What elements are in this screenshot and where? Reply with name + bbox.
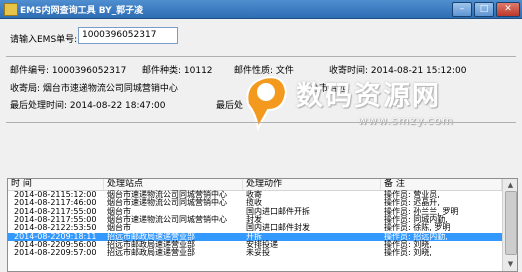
tracking-number-input[interactable] [78,27,178,44]
col-header-time[interactable]: 时 间 [8,179,104,190]
vertical-scrollbar[interactable]: ▲ ▼ [502,179,517,271]
mail-nature: 邮件性质: 文件 [234,66,294,76]
cell-time: 2014-08-2209:57:00 [14,248,97,258]
watermark-url: www.smzy.com [358,114,454,127]
cell-note: 操作员: 刘晓, [384,248,432,258]
title-bar: EMS内网查询工具 BY_郭子凌 – □ ✕ [0,0,522,19]
divider-top [6,56,516,57]
collect-office: 收寄局: 烟台市速递物流公司同城营销中心 [10,84,178,94]
delivery-office-partial: 台市招远 [310,84,347,94]
col-header-note[interactable]: 备 注 [381,179,502,190]
delivery-label: 寄 [265,84,275,94]
scroll-up-icon[interactable]: ▲ [505,180,516,190]
collect-time: 收寄时间: 2014-08-21 15:12:00 [329,66,467,76]
cell-station: 招远市邮政局速递营业部 [107,248,195,258]
last-process-place: 最后处 [216,101,244,111]
scroll-thumb[interactable] [505,191,517,255]
divider-bottom [6,122,516,123]
minimize-button[interactable]: – [452,2,472,17]
scroll-down-icon[interactable]: ▼ [505,259,516,269]
col-header-station[interactable]: 处理站点 [104,179,243,190]
window-title: EMS内网查询工具 BY_郭子凌 [20,6,144,16]
maximize-button[interactable]: □ [474,2,494,17]
tracking-number-label: 请输入EMS单号: [10,35,78,45]
col-header-action[interactable]: 处理动作 [243,179,381,190]
mail-number: 邮件编号: 1000396052317 [10,66,127,76]
close-button[interactable]: ✕ [496,2,520,17]
tracking-list[interactable]: 时 间 处理站点 处理动作 备 注 2014-08-2115:12:00 烟台市速… [7,178,518,272]
last-process-time: 最后处理时间: 2014-08-22 18:47:00 [10,101,166,111]
mail-type: 邮件种类: 10112 [142,66,213,76]
table-row[interactable]: 2014-08-2209:57:00 招远市邮政局速递营业部 未妥投 操作员: 刘晓, [8,248,502,258]
watermark: 数码资源网 www.smzy.com [240,68,498,160]
cell-action: 未妥投 [246,248,270,258]
app-icon [4,3,18,16]
